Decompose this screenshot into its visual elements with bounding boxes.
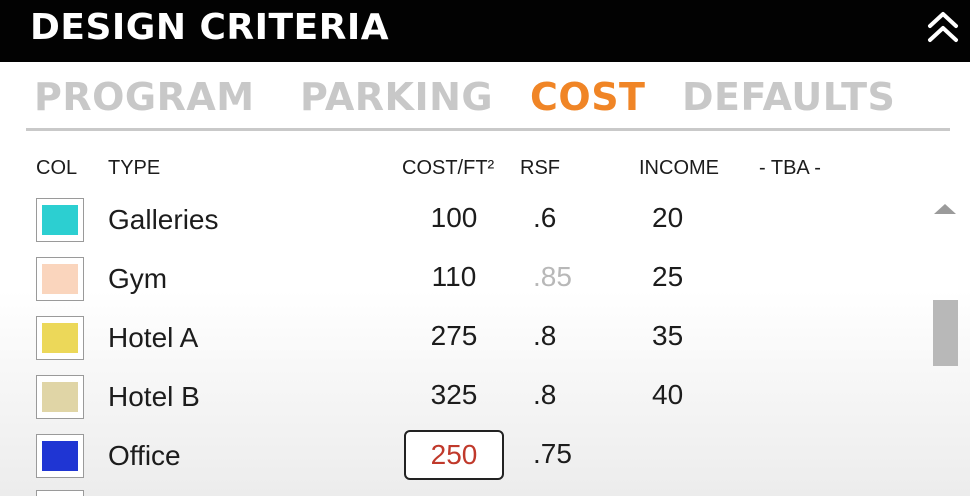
swatch-fill bbox=[42, 323, 78, 353]
cost-field[interactable]: 325 bbox=[404, 375, 504, 415]
type-label: Office bbox=[108, 440, 181, 471]
tab-program[interactable]: PROGRAM bbox=[34, 70, 255, 124]
type-label: Hotel A bbox=[108, 322, 199, 353]
column-header-tba: - TBA - bbox=[759, 157, 821, 179]
scrollbar-thumb[interactable] bbox=[933, 300, 958, 366]
panel-header: DESIGN CRITERIA bbox=[0, 0, 970, 62]
swatch-fill bbox=[42, 382, 78, 412]
rsf-field[interactable]: .6 bbox=[533, 198, 556, 238]
income-field[interactable]: 20 bbox=[652, 198, 683, 238]
rsf-field[interactable]: .8 bbox=[533, 316, 556, 356]
type-label: Hotel B bbox=[108, 381, 200, 412]
triangle-up-icon bbox=[934, 204, 956, 214]
color-swatch[interactable] bbox=[36, 434, 84, 478]
cost-field[interactable]: 110 bbox=[404, 257, 504, 297]
cost-field[interactable]: 275 bbox=[404, 316, 504, 356]
column-header-cost: COST/FT² bbox=[402, 157, 495, 179]
color-swatch[interactable] bbox=[36, 490, 84, 496]
swatch-fill bbox=[42, 264, 78, 294]
column-header-income: INCOME bbox=[639, 157, 719, 179]
column-header-type: TYPE bbox=[108, 157, 161, 179]
tab-divider bbox=[26, 128, 950, 131]
table-row: Hotel A 275 .8 35 bbox=[0, 316, 920, 376]
column-header-col: COL bbox=[36, 157, 78, 179]
swatch-fill bbox=[42, 441, 78, 471]
income-field[interactable]: 40 bbox=[652, 375, 683, 415]
panel-title: DESIGN CRITERIA bbox=[30, 7, 390, 48]
color-swatch[interactable] bbox=[36, 198, 84, 242]
swatch-fill bbox=[42, 205, 78, 235]
color-swatch[interactable] bbox=[36, 257, 84, 301]
table-row: Gym 110 .85 25 bbox=[0, 257, 920, 317]
design-criteria-panel: DESIGN CRITERIA PROGRAM PARKING COST DEF… bbox=[0, 0, 970, 496]
collapse-button[interactable] bbox=[922, 6, 964, 50]
tab-cost[interactable]: COST bbox=[530, 70, 645, 124]
rsf-field[interactable]: .85 bbox=[533, 257, 572, 297]
tab-defaults[interactable]: DEFAULTS bbox=[682, 70, 895, 124]
type-label: Galleries bbox=[108, 204, 219, 235]
income-field[interactable]: 35 bbox=[652, 316, 683, 356]
color-swatch[interactable] bbox=[36, 375, 84, 419]
table-row: Galleries 100 .6 20 bbox=[0, 198, 920, 258]
table-row: Hotel B 325 .8 40 bbox=[0, 375, 920, 435]
income-field[interactable]: 25 bbox=[652, 257, 683, 297]
rsf-field[interactable]: .8 bbox=[533, 375, 556, 415]
color-swatch[interactable] bbox=[36, 316, 84, 360]
column-header-rsf: RSF bbox=[520, 157, 560, 179]
double-chevron-up-icon bbox=[928, 12, 958, 42]
cost-field[interactable]: 100 bbox=[404, 198, 504, 238]
tab-parking[interactable]: PARKING bbox=[300, 70, 493, 124]
table-row: Office 250 .75 bbox=[0, 430, 920, 494]
scroll-up-button[interactable] bbox=[932, 200, 958, 218]
cost-field[interactable]: 250 bbox=[404, 430, 504, 480]
rsf-field[interactable]: .75 bbox=[533, 434, 572, 474]
type-label: Gym bbox=[108, 263, 168, 294]
